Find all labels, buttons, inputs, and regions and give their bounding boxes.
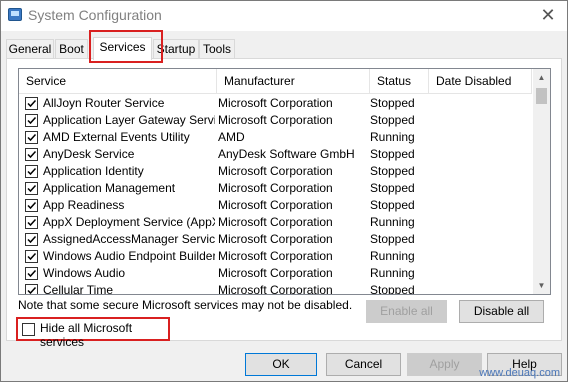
service-name: Windows Audio Endpoint Builder (43, 249, 215, 263)
service-status: Running (370, 266, 415, 280)
system-configuration-window: System Configuration ✕ General Boot Serv… (0, 0, 568, 382)
service-status: Stopped (370, 164, 415, 178)
service-checkbox[interactable] (25, 131, 38, 144)
service-manufacturer: AMD (218, 130, 245, 144)
title-bar[interactable]: System Configuration ✕ (1, 1, 567, 31)
service-status: Stopped (370, 96, 415, 110)
service-checkbox[interactable] (25, 148, 38, 161)
service-row[interactable]: AppX Deployment Service (AppX... Microsof… (19, 214, 532, 231)
watermark-text: www.deuaq.com (479, 367, 560, 379)
scroll-up-arrow-icon[interactable]: ▲ (533, 69, 550, 86)
service-name: Windows Audio (43, 266, 126, 280)
service-status: Stopped (370, 181, 415, 195)
secure-services-note: Note that some secure Microsoft services… (18, 298, 353, 312)
service-checkbox[interactable] (25, 114, 38, 127)
service-checkbox[interactable] (25, 165, 38, 178)
ok-button[interactable]: OK (245, 353, 317, 376)
service-row[interactable]: Windows Audio Microsoft Corporation Runnin… (19, 265, 532, 282)
hide-ms-services-label[interactable]: Hide all Microsoft services (40, 321, 168, 349)
service-name: Application Identity (43, 164, 144, 178)
scrollbar-thumb[interactable] (536, 88, 547, 104)
service-checkbox[interactable] (25, 284, 38, 294)
service-manufacturer: Microsoft Corporation (218, 266, 333, 280)
service-row[interactable]: Cellular Time Microsoft Corporation Stoppe… (19, 282, 532, 295)
service-name: AMD External Events Utility (43, 130, 190, 144)
service-manufacturer: Microsoft Corporation (218, 283, 333, 295)
service-status: Stopped (370, 113, 415, 127)
service-name: Application Management (43, 181, 176, 195)
service-checkbox[interactable] (25, 97, 38, 110)
column-header-service[interactable]: Service (19, 69, 217, 94)
service-name: AllJoyn Router Service (43, 96, 165, 110)
service-row[interactable]: Application Identity Microsoft Corporatio… (19, 163, 532, 180)
service-status: Running (370, 215, 415, 229)
scroll-down-arrow-icon[interactable]: ▼ (533, 277, 550, 294)
service-status: Running (370, 130, 415, 144)
service-name: AppX Deployment Service (AppX... (43, 215, 215, 229)
service-manufacturer: Microsoft Corporation (218, 113, 333, 127)
enable-all-button[interactable]: Enable all (366, 300, 447, 323)
service-manufacturer: Microsoft Corporation (218, 232, 333, 246)
close-icon[interactable]: ✕ (537, 4, 559, 26)
service-checkbox[interactable] (25, 199, 38, 212)
service-manufacturer: Microsoft Corporation (218, 164, 333, 178)
service-manufacturer: AnyDesk Software GmbH (218, 147, 355, 161)
service-checkbox[interactable] (25, 182, 38, 195)
cancel-button[interactable]: Cancel (326, 353, 401, 376)
service-status: Stopped (370, 232, 415, 246)
column-header-status[interactable]: Status (370, 69, 429, 94)
service-rows: AllJoyn Router Service Microsoft Corporat… (19, 95, 532, 295)
hide-ms-services-checkbox[interactable] (22, 323, 35, 336)
list-header: Service Manufacturer Status Date Disable… (19, 69, 532, 94)
services-panel: Service Manufacturer Status Date Disable… (6, 58, 562, 349)
service-checkbox[interactable] (25, 250, 38, 263)
service-manufacturer: Microsoft Corporation (218, 96, 333, 110)
service-row[interactable]: Application Layer Gateway Service Microso… (19, 112, 532, 129)
tab-tools[interactable]: Tools (199, 39, 235, 59)
disable-all-button[interactable]: Disable all (459, 300, 544, 323)
service-name: Cellular Time (43, 283, 114, 295)
service-row[interactable]: Windows Audio Endpoint Builder Microsoft … (19, 248, 532, 265)
column-header-manufacturer[interactable]: Manufacturer (217, 69, 370, 94)
tab-general[interactable]: General (6, 39, 54, 59)
services-tab-highlight (89, 30, 163, 63)
service-name: AnyDesk Service (43, 147, 135, 161)
services-list[interactable]: Service Manufacturer Status Date Disable… (18, 68, 551, 295)
service-row[interactable]: AMD External Events Utility AMD Running (19, 129, 532, 146)
apply-button[interactable]: Apply (407, 353, 482, 376)
service-row[interactable]: AnyDesk Service AnyDesk Software GmbH Stop… (19, 146, 532, 163)
hide-ms-services-highlight: Hide all Microsoft services (16, 317, 170, 349)
service-manufacturer: Microsoft Corporation (218, 249, 333, 263)
service-status: Stopped (370, 198, 415, 212)
service-name: App Readiness (43, 198, 125, 212)
service-manufacturer: Microsoft Corporation (218, 198, 333, 212)
service-status: Stopped (370, 147, 415, 161)
service-row[interactable]: AllJoyn Router Service Microsoft Corporat… (19, 95, 532, 112)
tab-boot[interactable]: Boot (55, 39, 88, 59)
vertical-scrollbar[interactable]: ▲ ▼ (533, 69, 550, 294)
window-title: System Configuration (28, 7, 162, 23)
service-checkbox[interactable] (25, 233, 38, 246)
service-status: Running (370, 249, 415, 263)
service-status: Stopped (370, 283, 415, 295)
service-row[interactable]: AssignedAccessManager Service Microsoft C… (19, 231, 532, 248)
service-row[interactable]: App Readiness Microsoft Corporation Stoppe… (19, 197, 532, 214)
service-checkbox[interactable] (25, 216, 38, 229)
service-row[interactable]: Application Management Microsoft Corporat… (19, 180, 532, 197)
service-name: AssignedAccessManager Service (43, 232, 215, 246)
service-manufacturer: Microsoft Corporation (218, 181, 333, 195)
service-checkbox[interactable] (25, 267, 38, 280)
column-header-date-disabled[interactable]: Date Disabled (429, 69, 532, 94)
service-name: Application Layer Gateway Service (43, 113, 215, 127)
msconfig-app-icon (8, 8, 22, 21)
service-manufacturer: Microsoft Corporation (218, 215, 333, 229)
